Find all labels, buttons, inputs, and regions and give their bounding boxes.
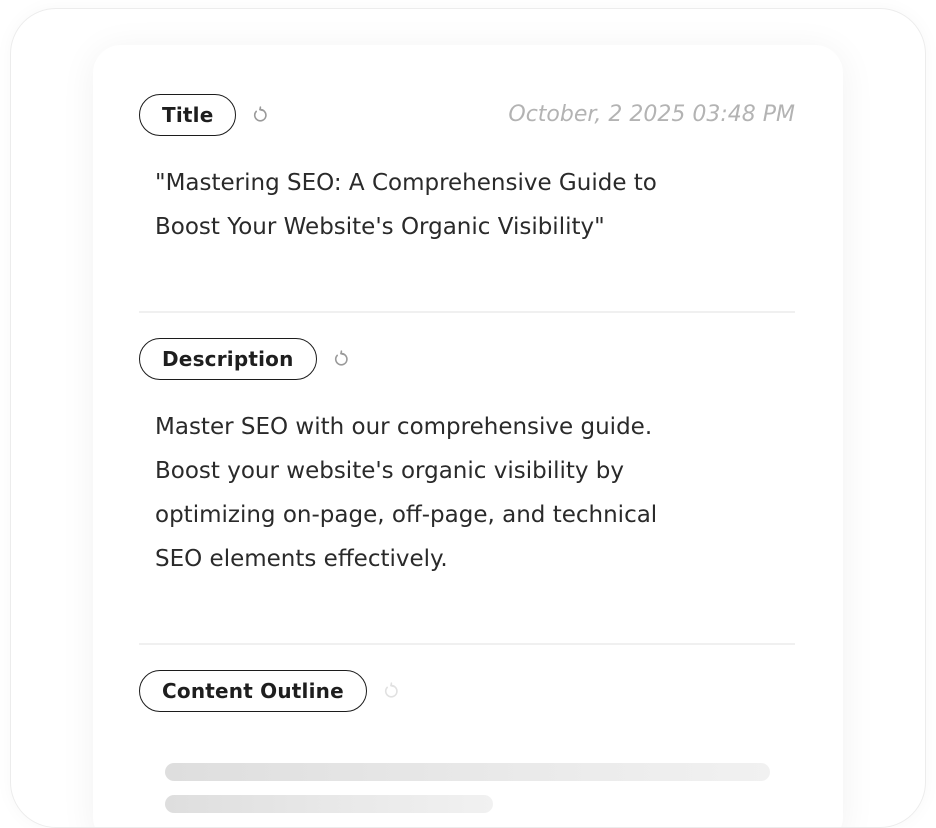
refresh-icon bbox=[254, 106, 268, 122]
title-header: Title October, 2 2025 03:48 PM bbox=[139, 93, 795, 137]
description-line: Boost your website's organic visibility … bbox=[155, 458, 625, 484]
panel-frame: Title October, 2 2025 03:48 PM "Masterin… bbox=[10, 8, 926, 828]
title-section: Title October, 2 2025 03:48 PM "Masterin… bbox=[139, 93, 795, 249]
title-text: "Mastering SEO: A Comprehensive Guide to… bbox=[155, 161, 715, 249]
title-line: Boost Your Website's Organic Visibility" bbox=[155, 214, 605, 240]
description-tag: Description bbox=[139, 338, 317, 380]
description-section: Description Master SEO with our comprehe… bbox=[139, 337, 795, 581]
regenerate-title-icon[interactable] bbox=[250, 105, 270, 125]
loading-skeleton-line bbox=[165, 795, 493, 813]
description-line: optimizing on-page, off-page, and techni… bbox=[155, 502, 658, 528]
generated-timestamp: October, 2 2025 03:48 PM bbox=[508, 102, 795, 127]
content-outline-header: Content Outline bbox=[139, 669, 795, 713]
title-line: "Mastering SEO: A Comprehensive Guide to bbox=[155, 170, 657, 196]
seo-result-card: Title October, 2 2025 03:48 PM "Masterin… bbox=[93, 45, 843, 827]
content-outline-tag: Content Outline bbox=[139, 670, 367, 712]
refresh-icon bbox=[384, 682, 398, 698]
description-line: Master SEO with our comprehensive guide. bbox=[155, 414, 653, 440]
description-line: SEO elements effectively. bbox=[155, 546, 448, 572]
regenerate-description-icon[interactable] bbox=[331, 349, 351, 369]
loading-skeleton-line bbox=[165, 763, 770, 781]
description-text: Master SEO with our comprehensive guide.… bbox=[155, 405, 745, 581]
content-outline-section: Content Outline bbox=[139, 669, 795, 713]
regenerate-outline-icon bbox=[381, 681, 401, 701]
title-tag: Title bbox=[139, 94, 237, 136]
description-header: Description bbox=[139, 337, 795, 381]
section-divider bbox=[139, 311, 795, 313]
refresh-icon bbox=[334, 350, 348, 366]
section-divider bbox=[139, 643, 795, 645]
